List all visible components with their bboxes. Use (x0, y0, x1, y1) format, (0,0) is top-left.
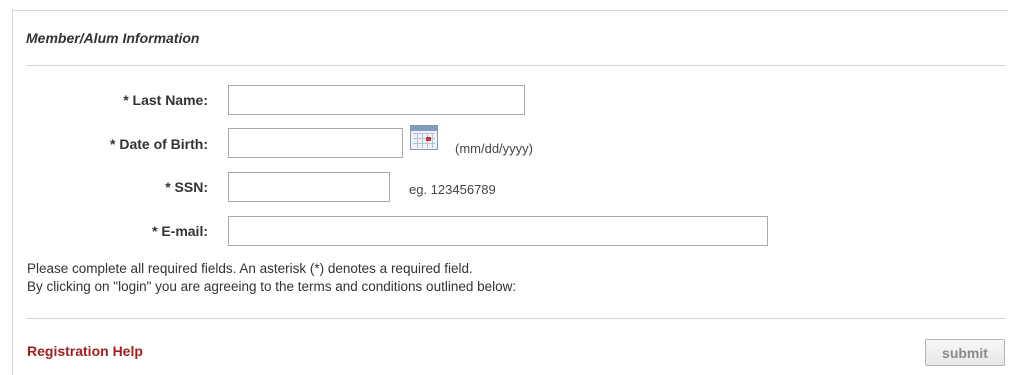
dob-label: * Date of Birth: (110, 136, 208, 152)
email-input[interactable] (228, 216, 768, 246)
section-title: Member/Alum Information (26, 30, 200, 46)
ssn-input[interactable] (228, 172, 390, 202)
dob-input[interactable] (228, 128, 403, 158)
dob-format-hint: (mm/dd/yyyy) (455, 141, 533, 156)
submit-button[interactable]: submit (925, 339, 1005, 366)
required-fields-note: Please complete all required fields. An … (27, 261, 473, 276)
ssn-example-hint: eg. 123456789 (409, 182, 496, 197)
divider-bottom (26, 318, 1006, 319)
terms-agreement-note: By clicking on "login" you are agreeing … (27, 279, 517, 294)
calendar-icon[interactable] (410, 125, 438, 150)
divider-top (26, 65, 1006, 66)
ssn-label: * SSN: (165, 179, 208, 195)
registration-help-link[interactable]: Registration Help (27, 343, 143, 359)
email-label: * E-mail: (151, 223, 208, 239)
last-name-label: * Last Name: (123, 92, 208, 108)
last-name-input[interactable] (228, 85, 525, 115)
